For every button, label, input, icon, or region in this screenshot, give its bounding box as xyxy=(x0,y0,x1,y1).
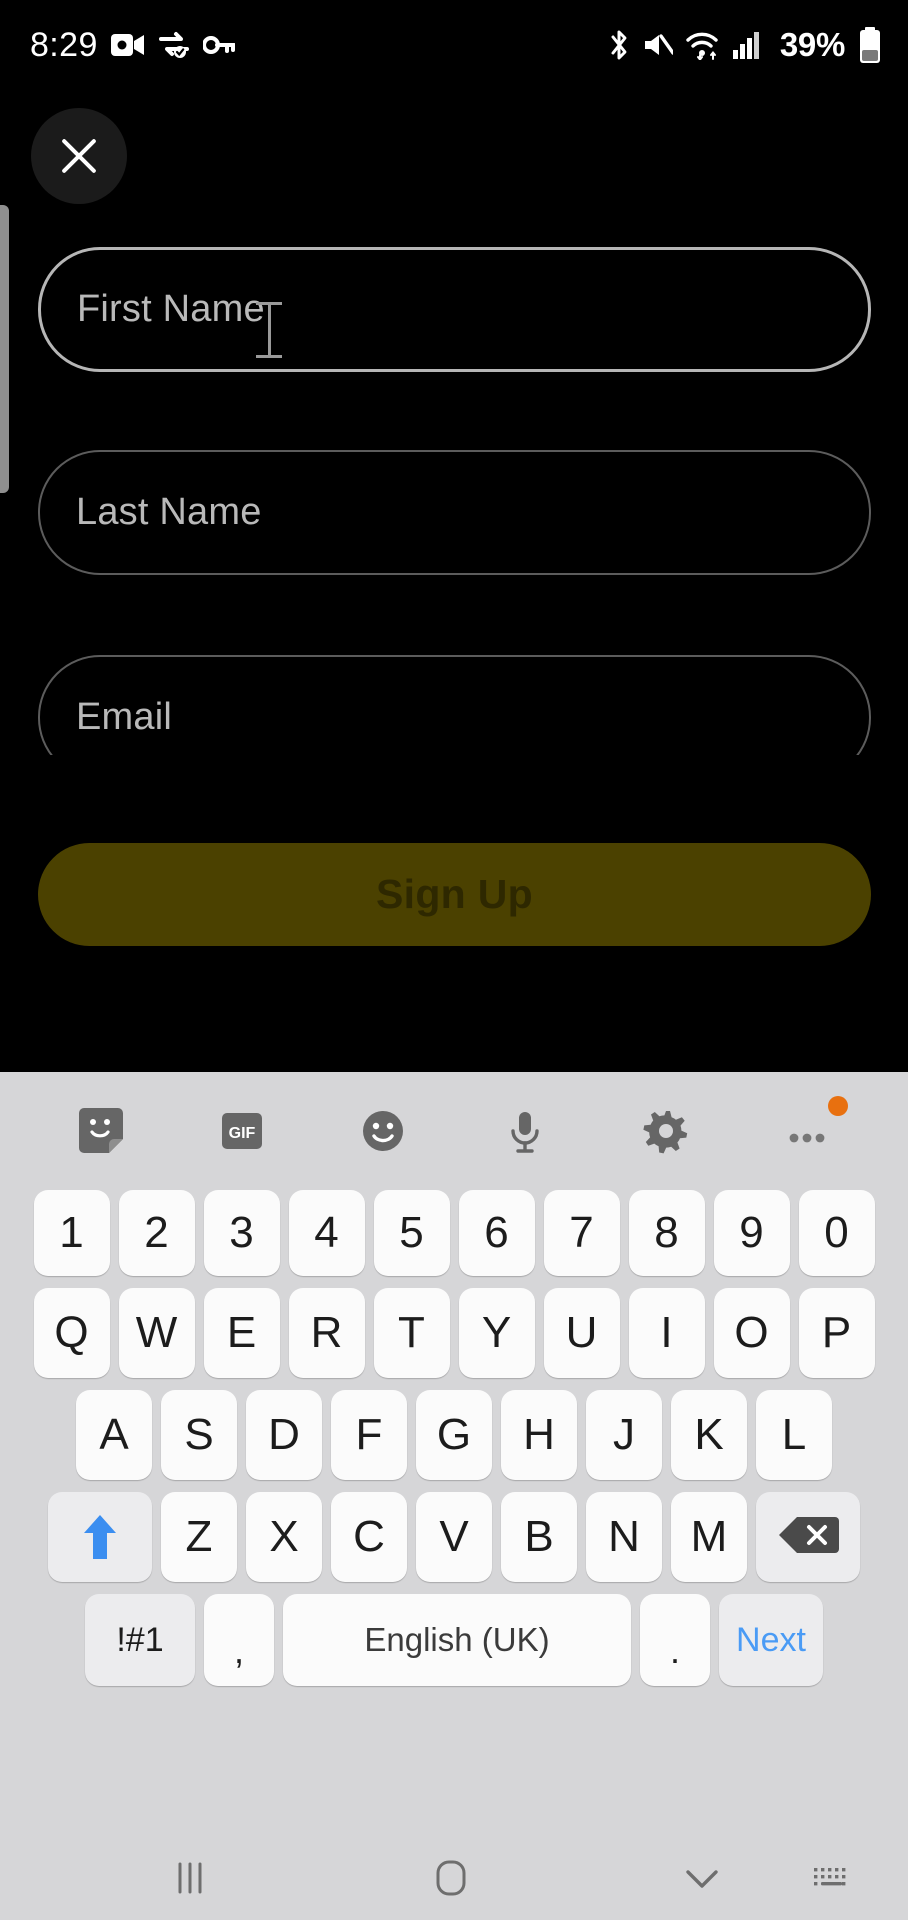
keyboard-row-space: !#1 , English (UK) . Next xyxy=(8,1594,900,1686)
key-4[interactable]: 4 xyxy=(288,1190,365,1276)
keyboard-switch-icon xyxy=(810,1862,854,1899)
key-b[interactable]: B xyxy=(501,1492,577,1582)
keyboard-row-home: A S D F G H J K L xyxy=(8,1390,900,1480)
battery-percent: 39% xyxy=(779,26,845,63)
bluetooth-icon xyxy=(608,29,630,61)
keyboard-toolbar: GIF xyxy=(0,1072,908,1190)
vpn-key-icon xyxy=(201,35,236,55)
status-bar-left: 8:29 xyxy=(30,25,236,65)
recents-icon xyxy=(170,1861,212,1900)
system-navigation-bar xyxy=(0,1840,908,1920)
last-name-input[interactable]: Last Name xyxy=(38,450,871,575)
wifi-icon xyxy=(686,30,720,62)
gif-icon[interactable]: GIF xyxy=(203,1092,281,1170)
mute-icon xyxy=(643,31,675,59)
email-field-clip xyxy=(0,755,908,825)
status-bar-right: 39% xyxy=(608,26,882,64)
key-j[interactable]: J xyxy=(586,1390,662,1480)
shift-key[interactable] xyxy=(48,1492,152,1582)
signal-icon xyxy=(732,31,763,59)
key-i[interactable]: I xyxy=(628,1288,705,1378)
close-icon xyxy=(56,133,102,179)
key-d[interactable]: D xyxy=(246,1390,322,1480)
more-options-icon[interactable] xyxy=(768,1092,849,1170)
key-s[interactable]: S xyxy=(161,1390,237,1480)
last-name-placeholder: Last Name xyxy=(76,491,262,533)
status-bar: 8:29 39% xyxy=(0,0,908,90)
key-7[interactable]: 7 xyxy=(543,1190,620,1276)
space-key[interactable]: English (UK) xyxy=(283,1594,631,1686)
key-g[interactable]: G xyxy=(416,1390,492,1480)
close-button[interactable] xyxy=(31,108,127,204)
key-p[interactable]: P xyxy=(798,1288,875,1378)
sign-up-button[interactable]: Sign Up xyxy=(38,843,871,946)
sign-up-label: Sign Up xyxy=(376,871,533,917)
key-9[interactable]: 9 xyxy=(713,1190,790,1276)
backspace-key[interactable] xyxy=(756,1492,860,1582)
key-0[interactable]: 0 xyxy=(798,1190,875,1276)
key-f[interactable]: F xyxy=(331,1390,407,1480)
key-a[interactable]: A xyxy=(76,1390,152,1480)
key-o[interactable]: O xyxy=(713,1288,790,1378)
symbols-key[interactable]: !#1 xyxy=(85,1594,195,1686)
vertical-scrollbar[interactable] xyxy=(0,205,9,493)
on-screen-keyboard: GIF 1 2 3 4 5 6 7 8 9 0 Q W E R T Y U I … xyxy=(0,1072,908,1840)
text-cursor-icon xyxy=(256,302,282,358)
gear-icon[interactable] xyxy=(627,1092,705,1170)
keyboard-row-bottom: Z X C V B N M xyxy=(8,1492,900,1582)
status-clock: 8:29 xyxy=(30,25,98,64)
key-z[interactable]: Z xyxy=(161,1492,237,1582)
home-button[interactable] xyxy=(429,1858,473,1903)
shift-icon xyxy=(83,1513,117,1561)
key-w[interactable]: W xyxy=(118,1288,195,1378)
key-y[interactable]: Y xyxy=(458,1288,535,1378)
svg-text:GIF: GIF xyxy=(229,1125,256,1142)
first-name-placeholder: First Name xyxy=(77,288,265,330)
keyboard-rows: 1 2 3 4 5 6 7 8 9 0 Q W E R T Y U I O P … xyxy=(0,1190,908,1686)
key-m[interactable]: M xyxy=(671,1492,747,1582)
battery-icon xyxy=(858,27,882,63)
key-2[interactable]: 2 xyxy=(118,1190,195,1276)
key-u[interactable]: U xyxy=(543,1288,620,1378)
key-h[interactable]: H xyxy=(501,1390,577,1480)
first-name-input[interactable]: First Name xyxy=(38,247,871,372)
phone-screen: 8:29 39% First Name Last Name Email Sign… xyxy=(0,0,908,1920)
comma-key[interactable]: , xyxy=(204,1594,274,1686)
key-n[interactable]: N xyxy=(586,1492,662,1582)
key-1[interactable]: 1 xyxy=(33,1190,110,1276)
keyboard-row-top: Q W E R T Y U I O P xyxy=(8,1288,900,1378)
next-key[interactable]: Next xyxy=(719,1594,823,1686)
period-key[interactable]: . xyxy=(640,1594,710,1686)
chevron-down-icon xyxy=(680,1862,724,1899)
key-8[interactable]: 8 xyxy=(628,1190,705,1276)
key-e[interactable]: E xyxy=(203,1288,280,1378)
backspace-icon xyxy=(777,1514,839,1561)
hide-keyboard-button[interactable] xyxy=(680,1862,724,1899)
emoji-icon[interactable] xyxy=(344,1092,422,1170)
key-6[interactable]: 6 xyxy=(458,1190,535,1276)
notification-badge xyxy=(828,1096,849,1116)
key-5[interactable]: 5 xyxy=(373,1190,450,1276)
keyboard-row-numbers: 1 2 3 4 5 6 7 8 9 0 xyxy=(8,1190,900,1276)
key-t[interactable]: T xyxy=(373,1288,450,1378)
microphone-icon[interactable] xyxy=(486,1092,564,1170)
key-r[interactable]: R xyxy=(288,1288,365,1378)
screen-record-icon xyxy=(110,32,145,58)
key-x[interactable]: X xyxy=(246,1492,322,1582)
key-c[interactable]: C xyxy=(331,1492,407,1582)
key-q[interactable]: Q xyxy=(33,1288,110,1378)
key-l[interactable]: L xyxy=(756,1390,832,1480)
key-v[interactable]: V xyxy=(416,1492,492,1582)
key-3[interactable]: 3 xyxy=(203,1190,280,1276)
email-placeholder: Email xyxy=(76,696,173,738)
data-sync-icon xyxy=(158,31,190,59)
key-k[interactable]: K xyxy=(671,1390,747,1480)
home-icon xyxy=(429,1858,473,1903)
recents-button[interactable] xyxy=(170,1861,212,1900)
keyboard-switch-button[interactable] xyxy=(810,1862,854,1899)
sticker-icon[interactable] xyxy=(62,1092,140,1170)
